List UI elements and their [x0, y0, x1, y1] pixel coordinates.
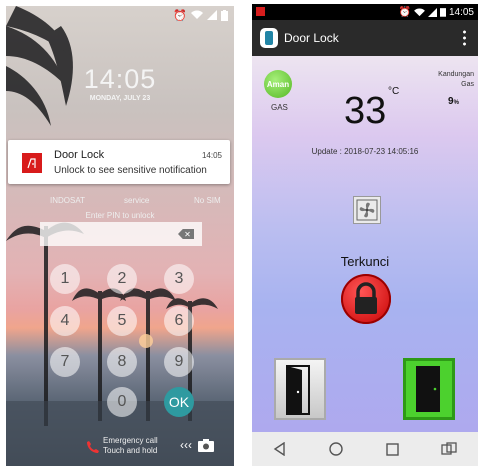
lock-date: MONDAY, JULY 23: [89, 95, 151, 102]
carrier-line: INDOSAT service No SIM: [6, 196, 234, 208]
backspace-icon[interactable]: ✕: [178, 229, 194, 239]
pin-input[interactable]: ✕: [40, 222, 202, 246]
notification-body: Unlock to see sensitive notification: [54, 165, 207, 176]
rotate-icon[interactable]: [441, 442, 457, 456]
wifi-icon: [191, 10, 203, 19]
service-text: service: [124, 196, 150, 205]
status-bar: ⏰: [6, 6, 234, 24]
door-closed-icon: [416, 366, 440, 412]
camera-icon: [198, 438, 214, 452]
carrier-name: INDOSAT: [50, 196, 85, 205]
battery-icon: [439, 8, 446, 17]
pin-key-0[interactable]: 0: [107, 387, 137, 417]
lock-screen: ⏰ 14:05 MONDAY, JULY 23 Door Lock Unlock…: [6, 6, 234, 466]
notification-card[interactable]: Door Lock Unlock to see sensitive notifi…: [8, 140, 230, 184]
back-icon[interactable]: [273, 442, 287, 456]
door-lock-app-icon: [22, 153, 42, 173]
alarm-icon: ⏰: [398, 6, 411, 18]
pin-key-4[interactable]: 4: [50, 306, 80, 336]
home-icon[interactable]: [329, 442, 344, 456]
wifi-icon: [414, 7, 425, 16]
notification-title: Door Lock: [54, 149, 105, 161]
open-door-button[interactable]: [274, 358, 326, 420]
padlock-icon: [355, 282, 377, 314]
app-bar: Door Lock: [252, 20, 478, 56]
emergency-call-label: Emergency call: [103, 436, 158, 445]
pin-key-2[interactable]: 2: [107, 264, 137, 294]
sim-status: No SIM: [194, 196, 221, 205]
touch-hold-label: Touch and hold: [103, 446, 158, 455]
door-open-icon: [286, 365, 310, 415]
app-title: Door Lock: [284, 31, 339, 45]
chevrons-icon: ‹‹‹: [180, 438, 192, 452]
lock-status-text: Terkunci: [340, 254, 390, 269]
pin-hint: Enter PIN to unlock: [85, 211, 155, 220]
pin-key-5[interactable]: 5: [107, 306, 137, 336]
gas-label: GAS: [271, 103, 288, 112]
phone-icon: [87, 441, 99, 453]
gas-content-line1: Kandungan: [438, 71, 474, 78]
pin-key-8[interactable]: 8: [107, 347, 137, 377]
status-time: 14:05: [448, 6, 474, 18]
gas-content-line2: Gas: [461, 81, 474, 88]
signal-icon: [207, 10, 217, 20]
pin-key-6[interactable]: 6: [164, 306, 194, 336]
notification-indicator-icon: [256, 7, 265, 16]
signal-icon: [427, 7, 437, 17]
pin-ok-button[interactable]: OK: [164, 387, 194, 417]
update-timestamp: Update : 2018-07-23 14:05:16: [311, 147, 419, 156]
fan-icon[interactable]: [353, 196, 381, 224]
door-app-icon: [260, 28, 278, 48]
gas-status-badge: Aman: [264, 70, 292, 98]
door-lock-app: ⏰ 14:05 Door Lock Aman GAS 33 °C Kandung…: [252, 4, 478, 466]
pin-key-1[interactable]: 1: [50, 264, 80, 294]
pin-key-9[interactable]: 9: [164, 347, 194, 377]
navigation-bar: [252, 432, 478, 466]
notification-time: 14:05: [201, 151, 222, 160]
overflow-menu-icon[interactable]: [463, 29, 466, 47]
lock-button[interactable]: [341, 274, 391, 324]
gas-unit: %: [453, 100, 459, 106]
gas-content-label: Kandungan Gas: [424, 70, 474, 90]
pin-key-7[interactable]: 7: [50, 347, 80, 377]
app-status-bar: ⏰ 14:05: [252, 4, 478, 20]
battery-icon: [221, 9, 228, 21]
alarm-icon: ⏰: [173, 9, 187, 22]
gas-percent: 9%: [448, 96, 459, 107]
pin-key-3[interactable]: 3: [164, 264, 194, 294]
close-door-button[interactable]: [403, 358, 455, 420]
temperature-value: 33: [344, 90, 387, 132]
temperature-unit: °C: [388, 86, 400, 97]
camera-shortcut[interactable]: ‹‹‹: [180, 438, 214, 452]
recents-icon[interactable]: [385, 442, 399, 456]
lock-clock: 14:05: [83, 64, 157, 94]
